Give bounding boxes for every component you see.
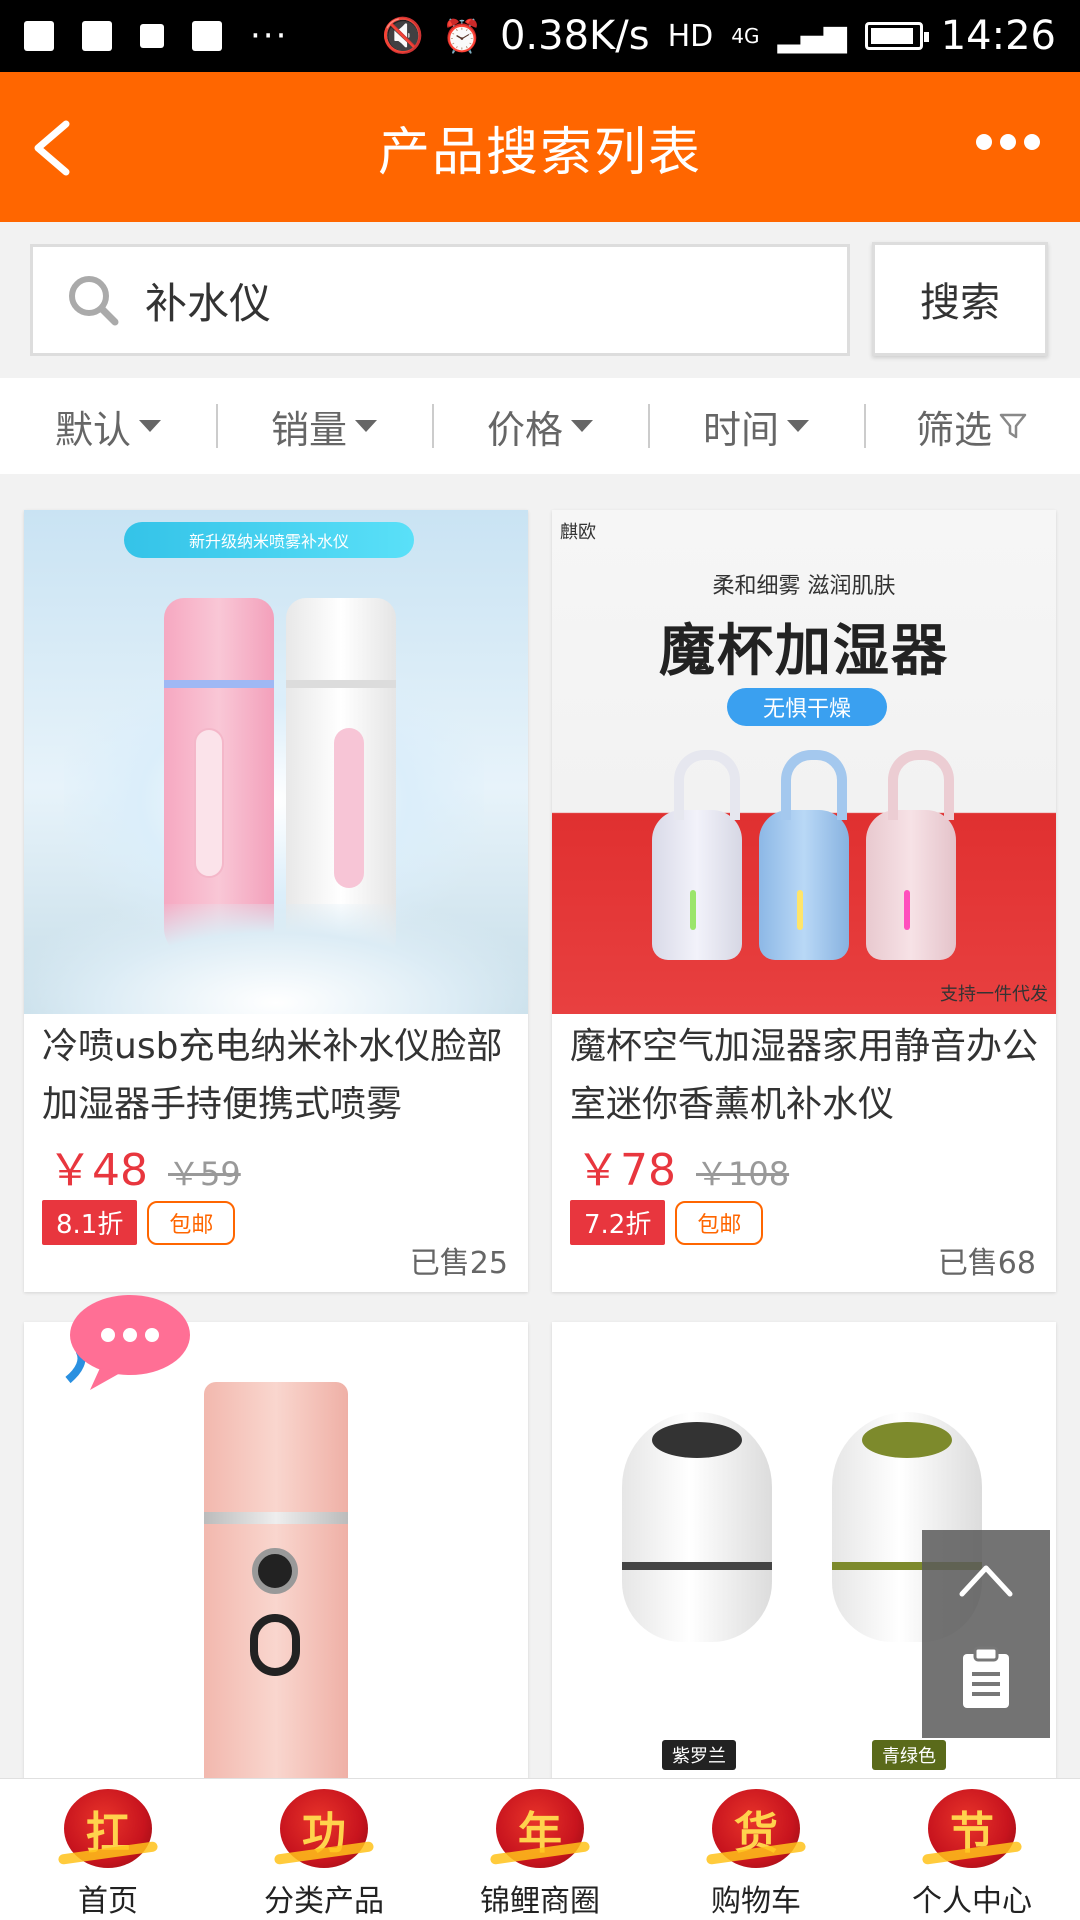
product-card[interactable]: 新升级纳米喷雾补水仪 冷喷usb充电纳米补水仪脸部加湿器手持便携式喷雾 ￥48 … [24,510,528,1292]
clipboard-icon[interactable] [960,1646,1012,1710]
discount-badge: 8.1折 [42,1200,138,1245]
back-to-top-icon[interactable] [958,1560,1014,1600]
clock: 14:26 [940,13,1056,59]
caret-down-icon [787,420,809,432]
categories-icon: 功 [280,1789,368,1868]
nav-label: 个人中心 [912,1884,1032,1919]
nav-koi-circle[interactable]: 年 锦鲤商圈 [432,1779,648,1920]
search-bar: 搜索 [0,222,1080,378]
network-speed: 0.38K/s [499,13,650,59]
sold-count: 已售68 [937,1246,1036,1281]
humidifier-cup-blue [759,750,849,960]
title-bar: 产品搜索列表 [0,72,1080,222]
brand-logo: 麒欧 [560,522,596,543]
original-price: ￥59 [168,1155,241,1193]
floating-tools [922,1530,1050,1738]
nav-label: 锦鲤商圈 [480,1884,600,1919]
water-splash [24,904,528,1014]
product-price: ￥48 [48,1145,148,1196]
more-notifications: ··· [250,16,289,56]
sort-label: 默认 [54,407,131,452]
original-price: ￥108 [696,1155,790,1193]
signal-icon: ▂▄▆ [777,18,847,54]
caret-down-icon [355,420,377,432]
search-icon [69,276,119,326]
product-price: ￥78 [576,1145,676,1196]
free-shipping-badge: 包邮 [147,1200,236,1245]
variant-label: 紫罗兰 [662,1740,736,1770]
pink-sprayer [204,1382,348,1842]
funnel-icon [999,413,1027,439]
product-card[interactable] [24,1322,528,1842]
sort-default[interactable]: 默认 [0,404,216,452]
battery-icon [864,22,929,50]
sort-price[interactable]: 价格 [432,404,648,452]
image-badge: 无惧干燥 [727,688,887,726]
image-banner: 新升级纳米喷雾补水仪 [124,522,414,558]
home-icon: 扛 [64,1789,152,1868]
product-title[interactable]: 魔杯空气加湿器家用静音办公室迷你香薰机补水仪 [552,1018,1056,1134]
bottom-nav: 扛 首页 功 分类产品 年 锦鲤商圈 货 购物车 节 个人中心 [0,1778,1080,1920]
search-box[interactable] [30,244,850,356]
caret-down-icon [571,420,593,432]
humidifier-cup-pink [866,750,956,960]
free-shipping-badge: 包邮 [675,1200,764,1245]
app-grid-icon-2 [192,21,222,51]
nav-cart[interactable]: 货 购物车 [648,1779,864,1920]
image-watermark: 支持一件代发 [940,984,1048,1005]
variant-label: 青绿色 [872,1740,946,1770]
page-title: 产品搜索列表 [377,122,702,183]
nav-home[interactable]: 扛 首页 [0,1779,216,1920]
product-image[interactable]: 新升级纳米喷雾补水仪 [24,510,528,1014]
chat-bubble-icon[interactable] [60,1290,200,1400]
profile-icon: 节 [928,1789,1016,1868]
humidifier-cup-grey [652,750,742,960]
image-headline: 魔杯加湿器 [659,619,949,684]
nav-categories[interactable]: 功 分类产品 [216,1779,432,1920]
sort-label: 价格 [486,407,563,452]
sort-label: 销量 [270,407,347,452]
sort-label: 筛选 [915,407,992,452]
status-bar: ··· 🔇 ⏰ 0.38K/s HD 4G ▂▄▆ 14:26 [0,0,1080,72]
sort-time[interactable]: 时间 [648,404,864,452]
sort-sales[interactable]: 销量 [216,404,432,452]
mail-icon [140,24,164,48]
sort-bar: 默认 销量 价格 时间 筛选 [0,378,1080,474]
product-image[interactable] [24,1322,528,1842]
nav-label: 购物车 [711,1884,801,1919]
sort-filter[interactable]: 筛选 [864,404,1080,452]
grey-ring [286,680,396,688]
search-button[interactable]: 搜索 [872,242,1048,356]
nav-profile[interactable]: 节 个人中心 [864,1779,1080,1920]
sold-count: 已售25 [409,1246,508,1281]
product-card[interactable]: 麒欧 柔和细雾 滋润肌肤 魔杯加湿器 无惧干燥 支持一件代发 魔杯空气加湿器家用… [552,510,1056,1292]
app-grid-icon [24,21,54,51]
image-subtitle: 柔和细雾 滋润肌肤 [712,574,896,599]
sort-label: 时间 [702,407,779,452]
search-input[interactable] [145,275,795,325]
product-image[interactable]: 麒欧 柔和细雾 滋润肌肤 魔杯加湿器 无惧干燥 支持一件代发 [552,510,1056,1014]
more-menu-icon[interactable] [976,134,1040,150]
nav-label: 首页 [78,1884,138,1919]
discount-badge: 7.2折 [570,1200,666,1245]
nav-label: 分类产品 [264,1884,384,1919]
caret-down-icon [139,420,161,432]
koi-circle-icon: 年 [496,1789,584,1868]
cart-icon: 货 [712,1789,800,1868]
alarm-icon: ⏰ [442,17,482,55]
hd-indicator: HD [667,18,714,54]
humidifier-purple [622,1412,772,1642]
image-icon [82,21,112,51]
blue-ring [164,680,274,688]
back-arrow-icon[interactable] [30,120,74,176]
mute-icon: 🔇 [381,16,425,56]
product-title[interactable]: 冷喷usb充电纳米补水仪脸部加湿器手持便携式喷雾 [24,1018,528,1134]
notification-icons: ··· [24,16,288,56]
network-type: 4G [731,24,760,48]
